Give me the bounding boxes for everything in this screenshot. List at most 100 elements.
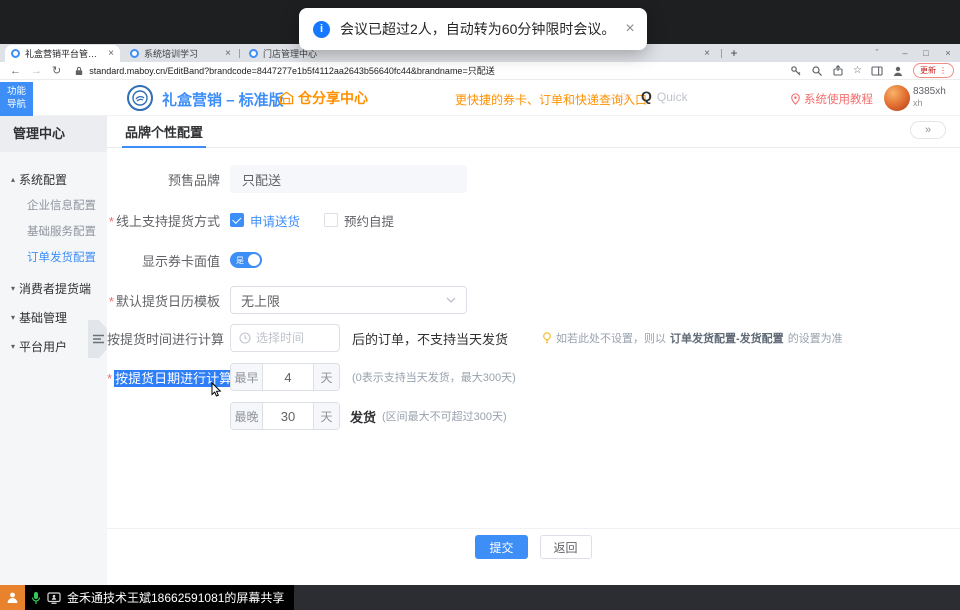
form-row-pickup-methods: *线上支持提货方式 申请送货 预约自提	[107, 206, 394, 234]
tutorial-label: 系统使用教程	[804, 91, 873, 107]
earliest-days-group: 最早 天	[230, 363, 340, 391]
bookmark-star-icon[interactable]: ☆	[853, 65, 862, 76]
key-icon[interactable]	[790, 65, 802, 77]
form-row-date-calc-earliest: *按提货日期进行计算 最早 天 (0表示支持当天发货，最大300天)	[107, 363, 516, 391]
pickup-methods-label-text: 线上支持提货方式	[116, 214, 220, 229]
checkbox-delivery-checked[interactable]	[230, 213, 244, 227]
time-hint: 如若此处不设置，则以订单发货配置-发货配置的设置为准	[542, 330, 843, 346]
app-title: 礼盒营销 – 标准版	[162, 89, 284, 110]
chevron-down-icon	[446, 297, 456, 303]
tab-close-icon[interactable]: ×	[225, 48, 231, 59]
sidebar-group-system-config[interactable]: ▴ 系统配置	[0, 166, 107, 193]
collapse-menu-icon	[93, 334, 104, 344]
screen-share-text: 金禾通技术王斌18662591081的屏幕共享	[67, 589, 284, 606]
screen-share-icon	[47, 592, 61, 604]
form-footer: 提交 返回	[107, 528, 960, 559]
presale-brand-field[interactable]: 只配送	[230, 165, 467, 193]
favicon	[249, 49, 258, 58]
favicon	[130, 49, 139, 58]
back-button[interactable]: 返回	[540, 535, 592, 559]
lock-icon	[75, 66, 83, 76]
function-nav-toggle[interactable]: 功能 导航	[0, 82, 33, 116]
tab-brand-personality-config[interactable]: 品牌个性配置	[122, 116, 206, 148]
checkbox-selfpickup-unchecked[interactable]	[324, 213, 338, 227]
user-subname: xh	[913, 98, 946, 109]
forward-icon[interactable]: →	[31, 65, 42, 77]
share-center-label: 仓分享中心	[298, 88, 368, 108]
url-bar-actions: ☆ 更新 ⋮	[790, 63, 960, 78]
meeting-app-icon[interactable]	[0, 585, 25, 610]
screen-share-status[interactable]: 金禾通技术王斌18662591081的屏幕共享	[25, 585, 294, 610]
url-text[interactable]: standard.maboy.cn/EditBand?brandcode=844…	[89, 64, 494, 77]
form-row-calendar-template: *默认提货日历模板 无上限	[107, 286, 467, 314]
quick-search[interactable]: Q Quick	[641, 88, 688, 104]
tab-divider	[239, 49, 240, 58]
sidebar: 管理中心 ▴ 系统配置 企业信息配置 基础服务配置 订单发货配置 ▾ 消费者提货…	[0, 116, 107, 585]
browser-url-bar: ← → ↻ standard.maboy.cn/EditBand?brandco…	[0, 62, 960, 80]
back-icon[interactable]: ←	[10, 65, 21, 77]
side-panel-icon[interactable]	[871, 65, 883, 77]
calendar-template-select[interactable]: 无上限	[230, 286, 467, 314]
sidebar-item-enterprise-info[interactable]: 企业信息配置	[0, 193, 107, 219]
tab-divider	[721, 49, 722, 58]
clock-icon	[239, 332, 251, 344]
browser-tab-active[interactable]: 礼盒营销平台管理中心 ×	[5, 45, 120, 62]
panel-collapse-button[interactable]: »	[910, 121, 946, 139]
sidebar-title: 管理中心	[0, 116, 107, 152]
window-maximize-icon[interactable]: □	[915, 44, 937, 62]
reload-icon[interactable]: ↻	[52, 64, 61, 77]
user-avatar[interactable]	[884, 85, 910, 111]
quick-q-icon: Q	[641, 88, 652, 104]
window-close-icon[interactable]: ×	[937, 44, 959, 62]
form-row-show-face-value: 显示券卡面值 是	[107, 246, 262, 274]
sidebar-group-consumer-pickup[interactable]: ▾ 消费者提货端	[0, 275, 107, 302]
latest-days-group: 最晚 天	[230, 402, 340, 430]
sidebar-item-basic-service[interactable]: 基础服务配置	[0, 219, 107, 245]
window-minimize-icon[interactable]: –	[894, 44, 916, 62]
warehouse-icon	[279, 91, 294, 105]
face-value-toggle-on[interactable]: 是	[230, 252, 262, 268]
main-content: 品牌个性配置 » 预售品牌 只配送 *线上支持提货方式 申请送货 预约自提 显示…	[107, 116, 960, 585]
toggle-on-text: 是	[236, 255, 244, 266]
profile-icon[interactable]	[892, 65, 904, 77]
time-after-text: 后的订单，不支持当天发货	[352, 329, 508, 348]
tab-close-icon[interactable]: ×	[108, 48, 114, 59]
form-row-presale-brand: 预售品牌 只配送	[107, 165, 467, 193]
share-icon[interactable]	[832, 65, 844, 77]
nav-toggle-line1: 功能	[7, 86, 26, 99]
screen-share-taskbar: 金禾通技术王斌18662591081的屏幕共享	[0, 585, 960, 610]
browser-tab[interactable]: 系统培训学习 ×	[124, 45, 237, 62]
browser-update-button[interactable]: 更新 ⋮	[913, 63, 954, 78]
latest-hint: (区间最大不可超过300天)	[382, 408, 507, 424]
sidebar-group-label: 平台用户	[19, 338, 67, 355]
latest-days-input[interactable]	[263, 403, 313, 429]
sidebar-item-order-shipping[interactable]: 订单发货配置	[0, 245, 107, 271]
new-tab-button[interactable]: +	[726, 45, 742, 61]
tab-close-icon[interactable]: ×	[704, 48, 710, 59]
window-menu-icon[interactable]: ˇ	[866, 44, 888, 62]
screen: i 会议已超过2人，自动转为60分钟限时会议。 × 礼盒营销平台管理中心 × 系…	[0, 0, 960, 610]
toggle-knob	[248, 254, 260, 266]
share-center-link[interactable]: 仓分享中心	[279, 88, 368, 108]
calendar-template-value: 无上限	[241, 291, 280, 310]
banner-close-icon[interactable]: ×	[625, 21, 634, 37]
app-logo-icon	[127, 85, 153, 111]
app-header: 功能 导航 礼盒营销 – 标准版 仓分享中心 更快捷的券卡、订单和快递查询入口 …	[0, 80, 960, 116]
user-name: 8385xh	[913, 86, 946, 98]
checkbox-selfpickup-label[interactable]: 预约自提	[344, 211, 394, 230]
quick-entry-promo-link[interactable]: 更快捷的券卡、订单和快递查询入口	[455, 91, 647, 108]
tutorial-link[interactable]: 系统使用教程	[791, 91, 873, 107]
checkbox-delivery-label[interactable]: 申请送货	[250, 211, 300, 230]
form-row-time-calc: 按提货时间进行计算 后的订单，不支持当天发货 如若此处不设置，则以订单发货配置-…	[107, 324, 843, 352]
time-input[interactable]	[256, 331, 320, 345]
submit-button[interactable]: 提交	[475, 535, 527, 559]
more-dots-icon: ⋮	[939, 66, 947, 75]
browser-tab[interactable]: ×	[652, 45, 716, 62]
mouse-cursor	[211, 382, 223, 398]
meeting-banner-text: 会议已超过2人，自动转为60分钟限时会议。	[340, 19, 615, 39]
earliest-days-input[interactable]	[263, 364, 313, 390]
zoom-icon[interactable]	[811, 65, 823, 77]
hint-prefix: 如若此处不设置，则以	[556, 330, 666, 346]
location-pin-icon	[791, 93, 800, 105]
time-picker[interactable]	[230, 324, 340, 352]
